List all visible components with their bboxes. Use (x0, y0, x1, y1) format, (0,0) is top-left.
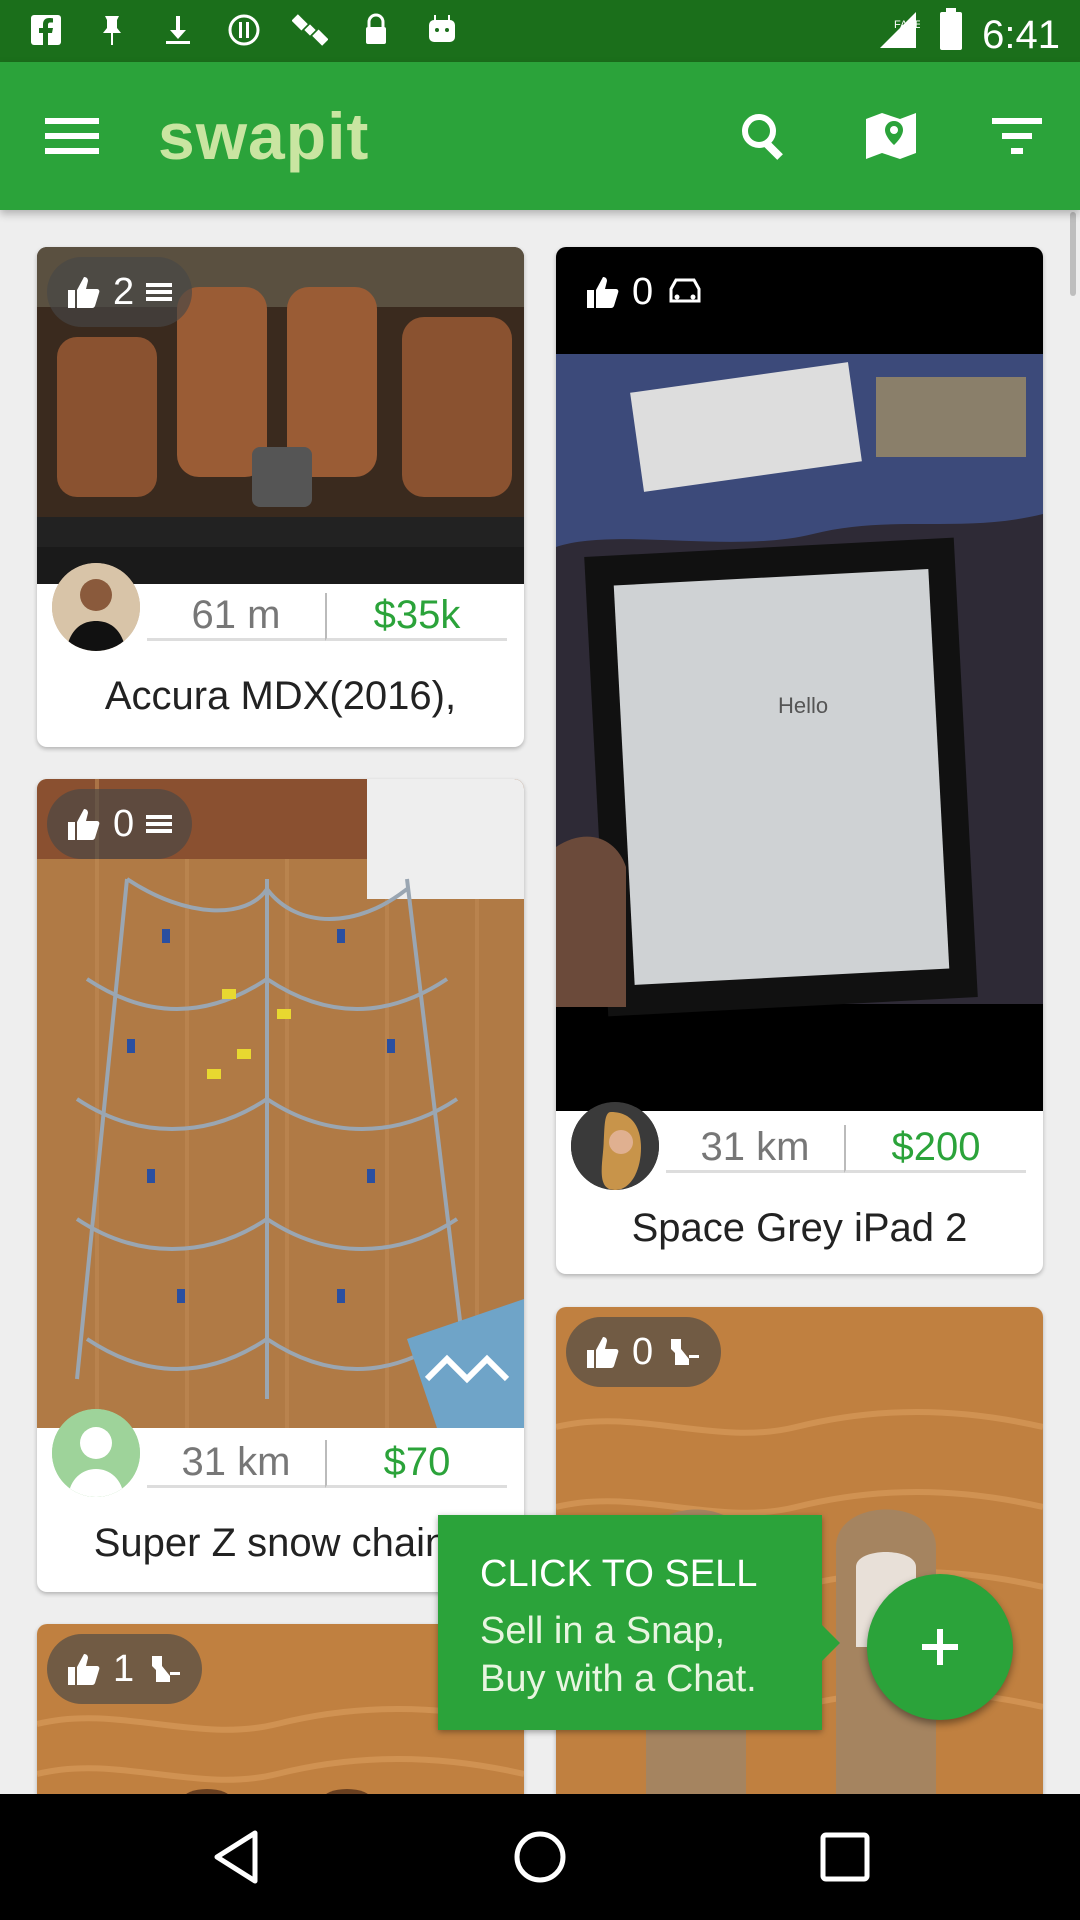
person-icon (52, 1409, 140, 1497)
map-button[interactable] (855, 100, 927, 172)
listing-card[interactable]: Hello 0 31 km $200 Space Grey iPad 2 (556, 247, 1043, 1274)
battery-icon (938, 8, 964, 62)
likes-count: 2 (113, 270, 135, 313)
price-text: $35k (325, 593, 507, 641)
likes-badge[interactable]: 1 (47, 1634, 203, 1704)
back-button[interactable] (207, 1827, 267, 1887)
tooltip-arrow (822, 1625, 840, 1661)
car-icon (669, 278, 701, 303)
sell-tooltip-heading: CLICK TO SELL (480, 1553, 758, 1595)
plus-icon (922, 1629, 958, 1665)
price-text: $70 (325, 1440, 507, 1488)
listing-title: Space Grey iPad 2 (631, 1206, 968, 1250)
pin-icon (94, 12, 130, 48)
thumbs-up-icon (587, 1337, 619, 1368)
list-icon (146, 815, 173, 833)
likes-badge[interactable]: 0 (566, 257, 725, 327)
price-text: $200 (844, 1125, 1026, 1173)
avatar[interactable] (52, 563, 140, 651)
sell-tooltip-text: Sell in a Snap, Buy with a Chat. (480, 1607, 757, 1703)
thumbs-up-icon (68, 277, 100, 308)
listing-title: Accura MDX(2016), (104, 674, 457, 718)
likes-badge[interactable]: 2 (47, 257, 193, 327)
clock-text: 6:41 (982, 12, 1060, 57)
notification-icons (28, 12, 460, 48)
lock-icon (358, 12, 394, 48)
list-icon (146, 283, 173, 301)
filter-button[interactable] (981, 100, 1053, 172)
add-listing-button[interactable] (867, 1574, 1013, 1720)
listing-photo (37, 779, 524, 1428)
distance-text: 61 m (147, 593, 325, 641)
menu-button[interactable] (36, 100, 108, 172)
thumbs-up-icon (587, 277, 619, 308)
hanger-icon (152, 1656, 181, 1682)
listing-card[interactable]: 2 61 m $35k Accura MDX(2016), (37, 247, 524, 747)
hanger-icon (671, 1339, 700, 1365)
android-icon (424, 12, 460, 48)
map-icon (866, 113, 916, 159)
filter-icon (992, 118, 1042, 154)
alert-icon (226, 12, 262, 48)
app-logo: swapit (158, 99, 370, 173)
search-button[interactable] (728, 100, 800, 172)
listing-meta: 61 m $35k (147, 593, 507, 641)
listing-meta: 31 km $200 (666, 1125, 1026, 1173)
thumbs-up-icon (68, 809, 100, 840)
ipad-screen-text: Hello (778, 693, 828, 718)
scrollbar[interactable] (1070, 212, 1076, 296)
facebook-icon (28, 12, 64, 48)
likes-count: 0 (632, 1330, 654, 1373)
search-icon (742, 114, 783, 160)
sell-tooltip-line2: Buy with a Chat. (480, 1658, 757, 1700)
home-button[interactable] (510, 1827, 570, 1887)
listing-photo: Hello (556, 247, 1043, 1111)
likes-badge[interactable]: 0 (47, 789, 193, 859)
signal-icon: FAKE (876, 8, 922, 62)
satellite-icon (291, 12, 329, 48)
distance-text: 31 km (147, 1440, 325, 1488)
status-bar: FAKE 6:41 (0, 0, 1080, 62)
distance-text: 31 km (666, 1125, 844, 1173)
likes-count: 0 (113, 802, 135, 845)
likes-badge[interactable]: 0 (566, 1317, 722, 1387)
hamburger-icon (45, 118, 99, 154)
svg-text:FAKE: FAKE (894, 19, 920, 31)
likes-count: 1 (113, 1647, 135, 1690)
app-bar: swapit (0, 62, 1080, 210)
sell-tooltip[interactable]: CLICK TO SELL Sell in a Snap, Buy with a… (438, 1515, 822, 1730)
avatar[interactable] (571, 1102, 659, 1190)
listing-meta: 31 km $70 (147, 1440, 507, 1488)
sell-tooltip-line1: Sell in a Snap, (480, 1610, 726, 1652)
likes-count: 0 (632, 270, 654, 313)
avatar-placeholder[interactable] (52, 1409, 140, 1497)
navigation-bar (0, 1794, 1080, 1920)
listing-card[interactable]: 0 31 km $70 Super Z snow chains (37, 779, 524, 1592)
download-icon (160, 12, 196, 48)
thumbs-up-icon (68, 1654, 100, 1685)
recents-button[interactable] (815, 1827, 875, 1887)
